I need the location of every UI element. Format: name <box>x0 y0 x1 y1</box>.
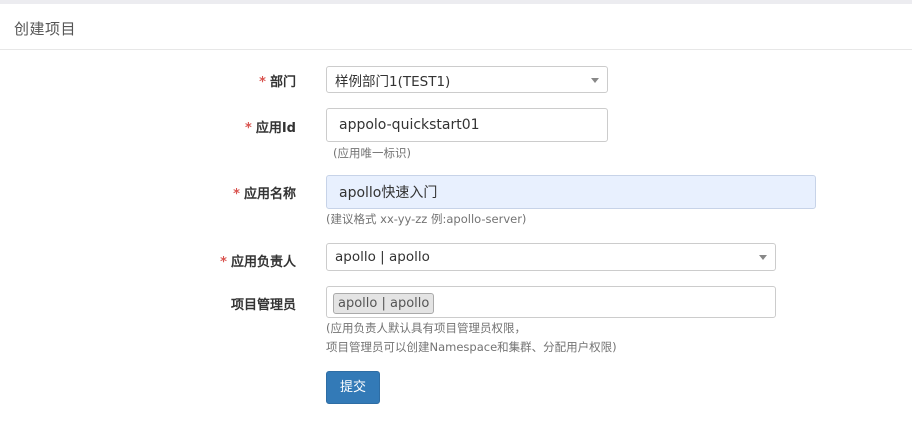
admins-label-text: 项目管理员 <box>230 298 296 313</box>
required-mark: * <box>245 121 252 136</box>
department-label: * 部门 <box>259 71 296 90</box>
app-id-help: (应用唯一标识) <box>333 146 411 160</box>
admins-help-line2: 项目管理员可以创建Namespace和集群、分配用户权限) <box>326 340 617 354</box>
submit-button[interactable]: 提交 <box>326 371 380 404</box>
required-mark: * <box>259 75 266 90</box>
app-id-label: * 应用Id <box>245 117 296 136</box>
department-select[interactable]: 样例部门1(TEST1) <box>326 66 608 93</box>
required-mark: * <box>220 255 227 270</box>
app-name-input[interactable]: apollo快速入门 <box>326 175 816 209</box>
admin-tag[interactable]: apollo | apollo <box>333 293 435 314</box>
department-label-text: 部门 <box>269 75 296 90</box>
page-title: 创建项目 <box>14 20 77 38</box>
owner-label-text: 应用负责人 <box>230 255 296 270</box>
owner-label: * 应用负责人 <box>220 251 296 270</box>
admins-multiselect[interactable]: apollo | apollo <box>326 286 776 318</box>
app-id-input-value: appolo-quickstart01 <box>339 117 480 133</box>
chevron-down-icon <box>591 77 599 83</box>
chevron-down-icon <box>759 255 767 260</box>
app-name-input-value: apollo快速入门 <box>339 185 438 201</box>
app-name-label: * 应用名称 <box>233 183 296 202</box>
required-mark: * <box>233 187 240 202</box>
department-select-value: 样例部门1(TEST1) <box>335 73 451 90</box>
owner-select[interactable]: apollo | apollo <box>326 243 776 271</box>
panel-heading: 创建项目 <box>0 4 912 50</box>
owner-select-value: apollo | apollo <box>335 249 430 265</box>
admins-label: 项目管理员 <box>231 294 296 313</box>
admins-help-line1: (应用负责人默认具有项目管理员权限， <box>326 321 526 335</box>
app-name-help: (建议格式 xx-yy-zz 例:apollo-server) <box>326 212 527 226</box>
app-name-label-text: 应用名称 <box>243 187 296 202</box>
app-id-input[interactable]: appolo-quickstart01 <box>326 108 608 142</box>
app-id-label-text: 应用Id <box>255 121 296 136</box>
